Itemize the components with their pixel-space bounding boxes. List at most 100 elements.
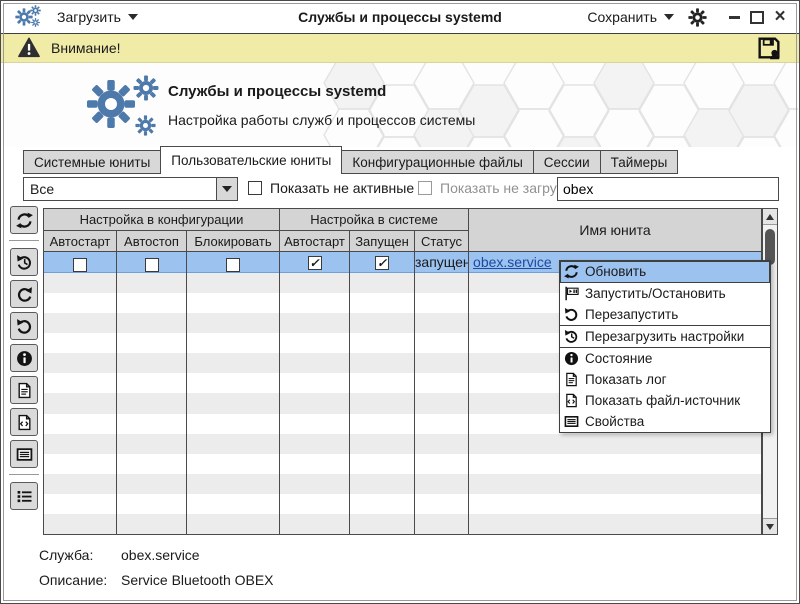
state-button[interactable] <box>10 344 38 372</box>
warning-triangle-icon <box>17 37 41 59</box>
autostart-config-checkbox[interactable] <box>73 258 87 272</box>
header-banner: Службы и процессы systemd Настройка рабо… <box>2 63 798 147</box>
chevron-down-icon <box>128 14 138 20</box>
restart-icon <box>16 286 33 303</box>
tab-sessions[interactable]: Сессии <box>533 150 601 174</box>
group-header-config: Настройка в конфигурации <box>44 209 280 231</box>
properties-icon <box>564 414 579 429</box>
description-label: Описание: <box>39 572 107 588</box>
save-file-icon[interactable] <box>757 36 781 60</box>
warning-text: Внимание! <box>51 40 121 56</box>
save-menu-label: Сохранить <box>587 9 657 25</box>
reload-settings-icon <box>16 254 33 271</box>
unit-list-button[interactable] <box>10 482 38 510</box>
group-header-system: Настройка в системе <box>280 209 469 231</box>
toolbar-separator <box>9 240 39 242</box>
status-cell: запущен <box>415 252 469 273</box>
running-checkbox[interactable]: ✓ <box>375 256 389 270</box>
toolbar-separator <box>9 474 39 476</box>
unit-search-input[interactable] <box>557 177 779 201</box>
table-row-empty[interactable] <box>44 514 762 535</box>
description-value: Service Bluetooth OBEX <box>121 572 274 588</box>
table-row-empty[interactable] <box>44 454 762 474</box>
checkbox-box <box>418 181 432 195</box>
properties-button[interactable] <box>10 440 38 468</box>
tab-config-files[interactable]: Конфигурационные файлы <box>341 150 533 174</box>
tab-bar: Системные юниты Пользовательские юниты К… <box>23 146 677 174</box>
tab-system-units[interactable]: Системные юниты <box>23 150 161 174</box>
restart-button[interactable] <box>10 280 38 308</box>
scope-dropdown-value: Все <box>24 181 216 197</box>
arrow-up-icon <box>766 214 774 220</box>
scroll-down-button[interactable] <box>763 518 777 534</box>
properties-icon <box>16 446 33 463</box>
rerun-button[interactable] <box>10 312 38 340</box>
settings-gear-icon[interactable] <box>688 8 707 27</box>
minimize-button[interactable] <box>727 10 741 24</box>
column-header-autostart-config: Автостарт <box>44 231 117 252</box>
page-title: Службы и процессы systemd <box>168 83 386 100</box>
info-icon <box>564 351 579 366</box>
blue-gears-logo <box>86 75 162 141</box>
unit-name-link[interactable]: obex.service <box>469 254 552 270</box>
block-checkbox[interactable] <box>226 258 240 272</box>
log-icon <box>16 382 33 399</box>
menu-item-restart[interactable]: Перезапустить <box>560 304 770 326</box>
column-header-unit-name: Имя юнита <box>469 209 762 252</box>
tab-timers[interactable]: Таймеры <box>600 150 679 174</box>
context-menu: Обновить Запустить/Остановить Перезапуст… <box>559 260 771 433</box>
arrow-down-icon <box>766 524 774 530</box>
checkbox-box <box>248 181 262 195</box>
menu-item-refresh[interactable]: Обновить <box>560 261 770 283</box>
app-gears-icon <box>15 5 43 29</box>
tab-user-units[interactable]: Пользовательские юниты <box>160 146 342 174</box>
page-subtitle: Настройка работы служб и процессов систе… <box>168 112 475 128</box>
save-menu-button[interactable]: Сохранить <box>587 9 674 25</box>
scope-dropdown[interactable]: Все <box>23 177 238 201</box>
list-icon <box>16 488 33 505</box>
undo-icon <box>16 318 33 335</box>
menu-item-start-stop[interactable]: Запустить/Остановить <box>560 283 770 304</box>
side-toolbar <box>7 206 41 514</box>
menu-item-show-log[interactable]: Показать лог <box>560 369 770 390</box>
show-inactive-checkbox[interactable]: Показать не активные <box>248 180 414 196</box>
service-value: obex.service <box>121 547 200 563</box>
close-button[interactable] <box>773 10 787 24</box>
chevron-down-icon <box>222 186 232 192</box>
table-row-empty[interactable] <box>44 494 762 514</box>
scroll-up-button[interactable] <box>763 209 777 225</box>
dropdown-arrow-button[interactable] <box>216 178 237 200</box>
refresh-icon <box>564 264 579 279</box>
load-menu-button[interactable]: Загрузить <box>57 9 138 25</box>
info-icon <box>16 350 33 367</box>
column-header-autostart-system: Автостарт <box>280 231 350 252</box>
column-header-block: Блокировать <box>187 231 280 252</box>
warning-bar: Внимание! <box>1 34 799 63</box>
start-stop-flag-icon <box>564 286 579 301</box>
source-icon <box>564 393 579 408</box>
column-header-status: Статус <box>415 231 469 252</box>
menu-item-properties[interactable]: Свойства <box>560 411 770 432</box>
service-label: Служба: <box>39 547 93 563</box>
refresh-button[interactable] <box>10 206 38 234</box>
menu-item-state[interactable]: Состояние <box>560 348 770 369</box>
minimize-icon <box>729 16 740 19</box>
show-source-button[interactable] <box>10 408 38 436</box>
menu-item-reload-settings[interactable]: Перезагрузить настройки <box>560 326 770 348</box>
window-title: Службы и процессы systemd <box>298 9 502 25</box>
chevron-down-icon <box>664 14 674 20</box>
column-header-running: Запущен <box>350 231 415 252</box>
show-log-button[interactable] <box>10 376 38 404</box>
maximize-icon <box>750 11 764 24</box>
table-row-empty[interactable] <box>44 434 762 454</box>
refresh-icon <box>16 212 33 229</box>
column-header-autostop: Автостоп <box>117 231 187 252</box>
restart-icon <box>564 307 579 322</box>
autostop-checkbox[interactable] <box>145 258 159 272</box>
menu-item-show-source[interactable]: Показать файл-источник <box>560 390 770 411</box>
show-inactive-label: Показать не активные <box>270 180 414 196</box>
autostart-system-checkbox[interactable]: ✓ <box>308 256 322 270</box>
maximize-button[interactable] <box>750 10 764 24</box>
table-row-empty[interactable] <box>44 474 762 494</box>
reload-settings-button[interactable] <box>10 248 38 276</box>
